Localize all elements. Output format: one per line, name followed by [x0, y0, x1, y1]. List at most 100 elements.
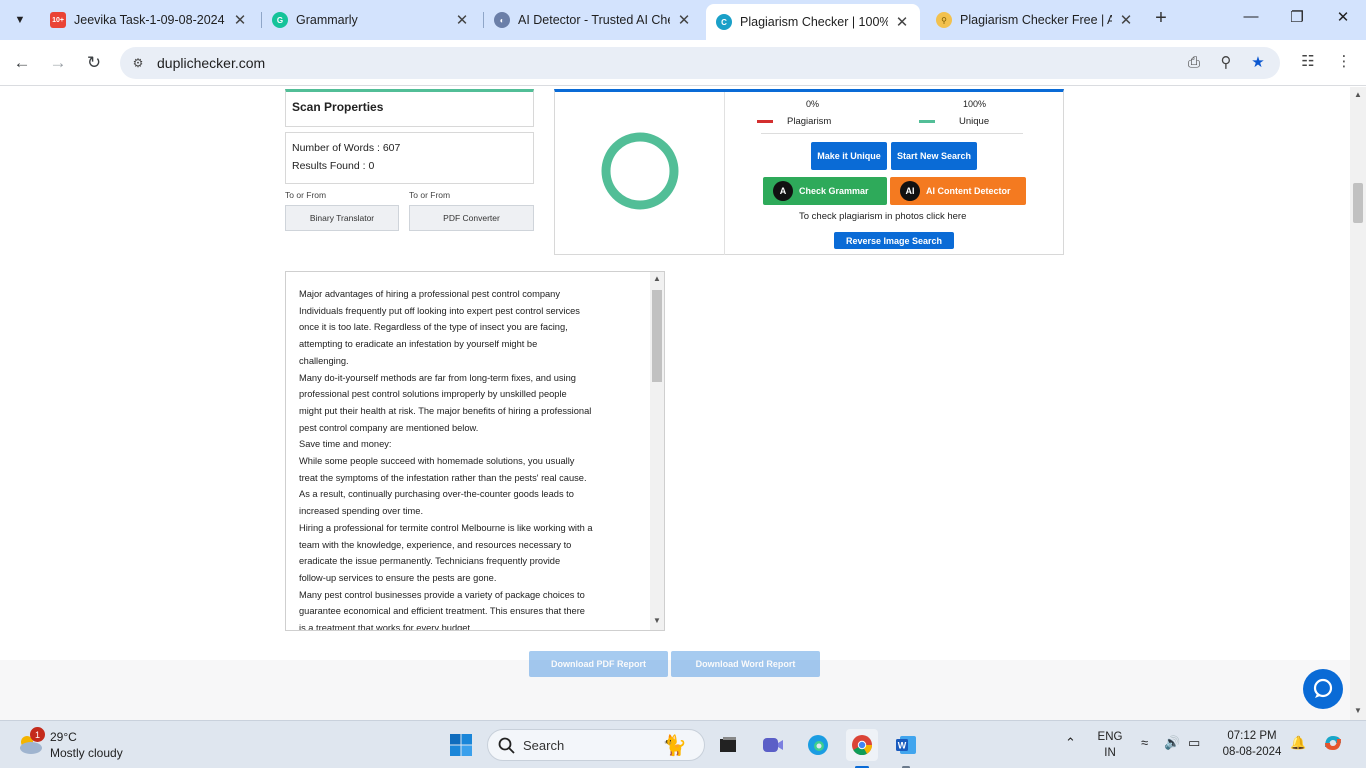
- chat-support-icon[interactable]: [1303, 669, 1343, 709]
- zoom-icon[interactable]: ⚲: [1215, 53, 1237, 73]
- taskbar-search-box[interactable]: Search 🐈: [487, 729, 705, 761]
- checked-text-area[interactable]: Major advantages of hiring a professiona…: [285, 271, 665, 631]
- download-pdf-report-button[interactable]: Download PDF Report: [529, 651, 668, 677]
- input-region[interactable]: IN: [1094, 747, 1126, 759]
- gmail-favicon-icon: 10+: [50, 12, 66, 28]
- text-area-scrollbar[interactable]: ▲ ▼: [650, 272, 664, 630]
- duplichecker-favicon-icon: C: [716, 14, 732, 30]
- text-area-scroll-thumb[interactable]: [652, 290, 662, 382]
- checked-text-content: Major advantages of hiring a professiona…: [299, 286, 639, 630]
- task-view-icon[interactable]: [712, 729, 744, 761]
- page-scroll-down-icon[interactable]: ▼: [1353, 706, 1363, 715]
- text-line: once it is too late. Regardless of the t…: [299, 322, 568, 333]
- tab-ai-detector[interactable]: ◐ AI Detector - Trusted AI Che ✕: [484, 4, 702, 36]
- tab-title: Plagiarism Checker Free | Ac: [960, 13, 1112, 27]
- chrome-browser-icon[interactable]: [846, 729, 878, 761]
- check-grammar-button[interactable]: A Check Grammar: [763, 177, 887, 205]
- ai-content-detector-label: AI Content Detector: [926, 186, 1011, 196]
- new-tab-plus-icon[interactable]: +: [1150, 8, 1172, 30]
- plagiarism-legend-swatch: [757, 120, 773, 123]
- word-count-label: Number of Words :: [292, 142, 383, 154]
- close-tab-icon[interactable]: ✕: [454, 12, 470, 29]
- volume-icon[interactable]: 🔊: [1164, 735, 1180, 751]
- scan-stats-panel: Number of Words : 607 Results Found : 0: [285, 132, 534, 184]
- text-line: challenging.: [299, 355, 349, 366]
- ai-logo-icon: AI: [900, 181, 920, 201]
- copilot-icon[interactable]: [1322, 732, 1344, 757]
- plagiarism-percent: 0%: [806, 99, 820, 109]
- edge-browser-icon[interactable]: [802, 729, 834, 761]
- weather-description[interactable]: Mostly cloudy: [50, 746, 123, 760]
- battery-icon[interactable]: ▭: [1188, 735, 1200, 751]
- tab-plagiarism-free[interactable]: ⚲ Plagiarism Checker Free | Ac ✕: [926, 4, 1144, 36]
- results-found: Results Found : 0: [292, 160, 374, 172]
- tab-plagiarism-checker[interactable]: C Plagiarism Checker | 100% F ✕: [706, 4, 920, 40]
- weather-temperature[interactable]: 29°C: [50, 730, 77, 744]
- text-line: Many do-it-yourself methods are far from…: [299, 372, 576, 383]
- url-text[interactable]: duplichecker.com: [157, 55, 265, 71]
- grammar-logo-icon: A: [773, 181, 793, 201]
- text-line: treat the symptoms of the infestation ra…: [299, 472, 587, 483]
- back-arrow-icon[interactable]: ←: [10, 51, 34, 75]
- text-line: Individuals frequently put off looking i…: [299, 305, 580, 316]
- tab-gmail[interactable]: 10+ Jeevika Task-1-09-08-2024 - ✕: [40, 4, 258, 36]
- reading-list-icon[interactable]: ☷: [1297, 52, 1319, 74]
- photo-plagiarism-note: To check plagiarism in photos click here: [799, 211, 967, 222]
- word-app-icon[interactable]: W: [890, 729, 922, 761]
- reverse-image-search-button[interactable]: Reverse Image Search: [834, 232, 954, 249]
- result-separator: [761, 133, 1023, 134]
- close-tab-icon[interactable]: ✕: [232, 12, 248, 29]
- close-tab-icon[interactable]: ✕: [1118, 12, 1134, 29]
- tab-search-chevron-icon[interactable]: ▼: [8, 8, 32, 32]
- bookmark-star-icon[interactable]: ★: [1247, 53, 1269, 73]
- input-language[interactable]: ENG: [1094, 731, 1126, 743]
- result-panel: 0% 100% Plagiarism Unique Make it Unique…: [554, 89, 1064, 255]
- start-new-search-button[interactable]: Start New Search: [891, 142, 977, 170]
- windows-start-icon[interactable]: [445, 729, 477, 761]
- text-line: pest control company are mentioned below…: [299, 422, 479, 433]
- copilot-logo-icon: [1325, 736, 1341, 750]
- page-content: Scan Properties Number of Words : 607 Re…: [0, 87, 1350, 720]
- text-line: Many pest control businesses provide a v…: [299, 589, 585, 600]
- menu-kebab-icon[interactable]: ⋮: [1333, 52, 1355, 74]
- show-hidden-icons-chevron-icon[interactable]: ⌃: [1065, 735, 1076, 751]
- clock-date[interactable]: 08-08-2024: [1216, 746, 1288, 758]
- text-line: attempting to eradicate an infestation b…: [299, 339, 538, 350]
- teams-meet-icon[interactable]: [757, 729, 789, 761]
- page-scroll-up-icon[interactable]: ▲: [1353, 90, 1363, 99]
- windows-taskbar: 1 29°C Mostly cloudy Search 🐈 W ⌃ ENG IN…: [0, 720, 1366, 768]
- scroll-up-arrow-icon[interactable]: ▲: [650, 274, 664, 283]
- pdf-converter-button[interactable]: PDF Converter: [409, 205, 534, 231]
- wifi-icon[interactable]: ≈: [1141, 735, 1148, 750]
- install-app-icon[interactable]: ⎙: [1183, 53, 1205, 73]
- close-tab-icon[interactable]: ✕: [894, 14, 910, 31]
- results-found-label: Results Found :: [292, 160, 369, 172]
- address-bar[interactable]: ⚙ duplichecker.com ⎙ ⚲ ★: [120, 47, 1280, 79]
- site-info-tune-icon[interactable]: ⚙: [128, 53, 148, 73]
- page-scrollbar[interactable]: ▲ ▼: [1350, 87, 1366, 720]
- close-window-icon[interactable]: ✕: [1329, 8, 1357, 32]
- tab-grammarly[interactable]: G Grammarly ✕: [262, 4, 480, 36]
- forward-arrow-icon[interactable]: →: [46, 51, 70, 75]
- make-it-unique-button[interactable]: Make it Unique: [811, 142, 887, 170]
- restore-icon[interactable]: ❐: [1283, 8, 1311, 32]
- cat-search-highlight-icon: 🐈: [662, 735, 687, 757]
- word-count-value: 607: [382, 142, 401, 154]
- scroll-down-arrow-icon[interactable]: ▼: [650, 616, 664, 625]
- tab-title: Jeevika Task-1-09-08-2024 -: [74, 13, 226, 27]
- binary-translator-button[interactable]: Binary Translator: [285, 205, 399, 231]
- notification-bell-icon[interactable]: 🔔: [1290, 735, 1306, 751]
- chrome-logo-icon: [852, 735, 873, 756]
- clock-time[interactable]: 07:12 PM: [1216, 730, 1288, 742]
- text-line: team with the knowledge, experience, and…: [299, 539, 572, 550]
- download-word-report-button[interactable]: Download Word Report: [671, 651, 820, 677]
- chat-bubble-icon: [1313, 678, 1333, 698]
- taskbar-search-label: Search: [523, 738, 565, 753]
- close-tab-icon[interactable]: ✕: [676, 12, 692, 29]
- minimize-icon[interactable]: —: [1237, 8, 1265, 32]
- page-scroll-thumb[interactable]: [1353, 183, 1363, 223]
- reload-icon[interactable]: ↻: [82, 51, 106, 75]
- unique-legend-swatch: [919, 120, 935, 123]
- ai-content-detector-button[interactable]: AI AI Content Detector: [890, 177, 1026, 205]
- windows-logo-icon: [450, 734, 472, 756]
